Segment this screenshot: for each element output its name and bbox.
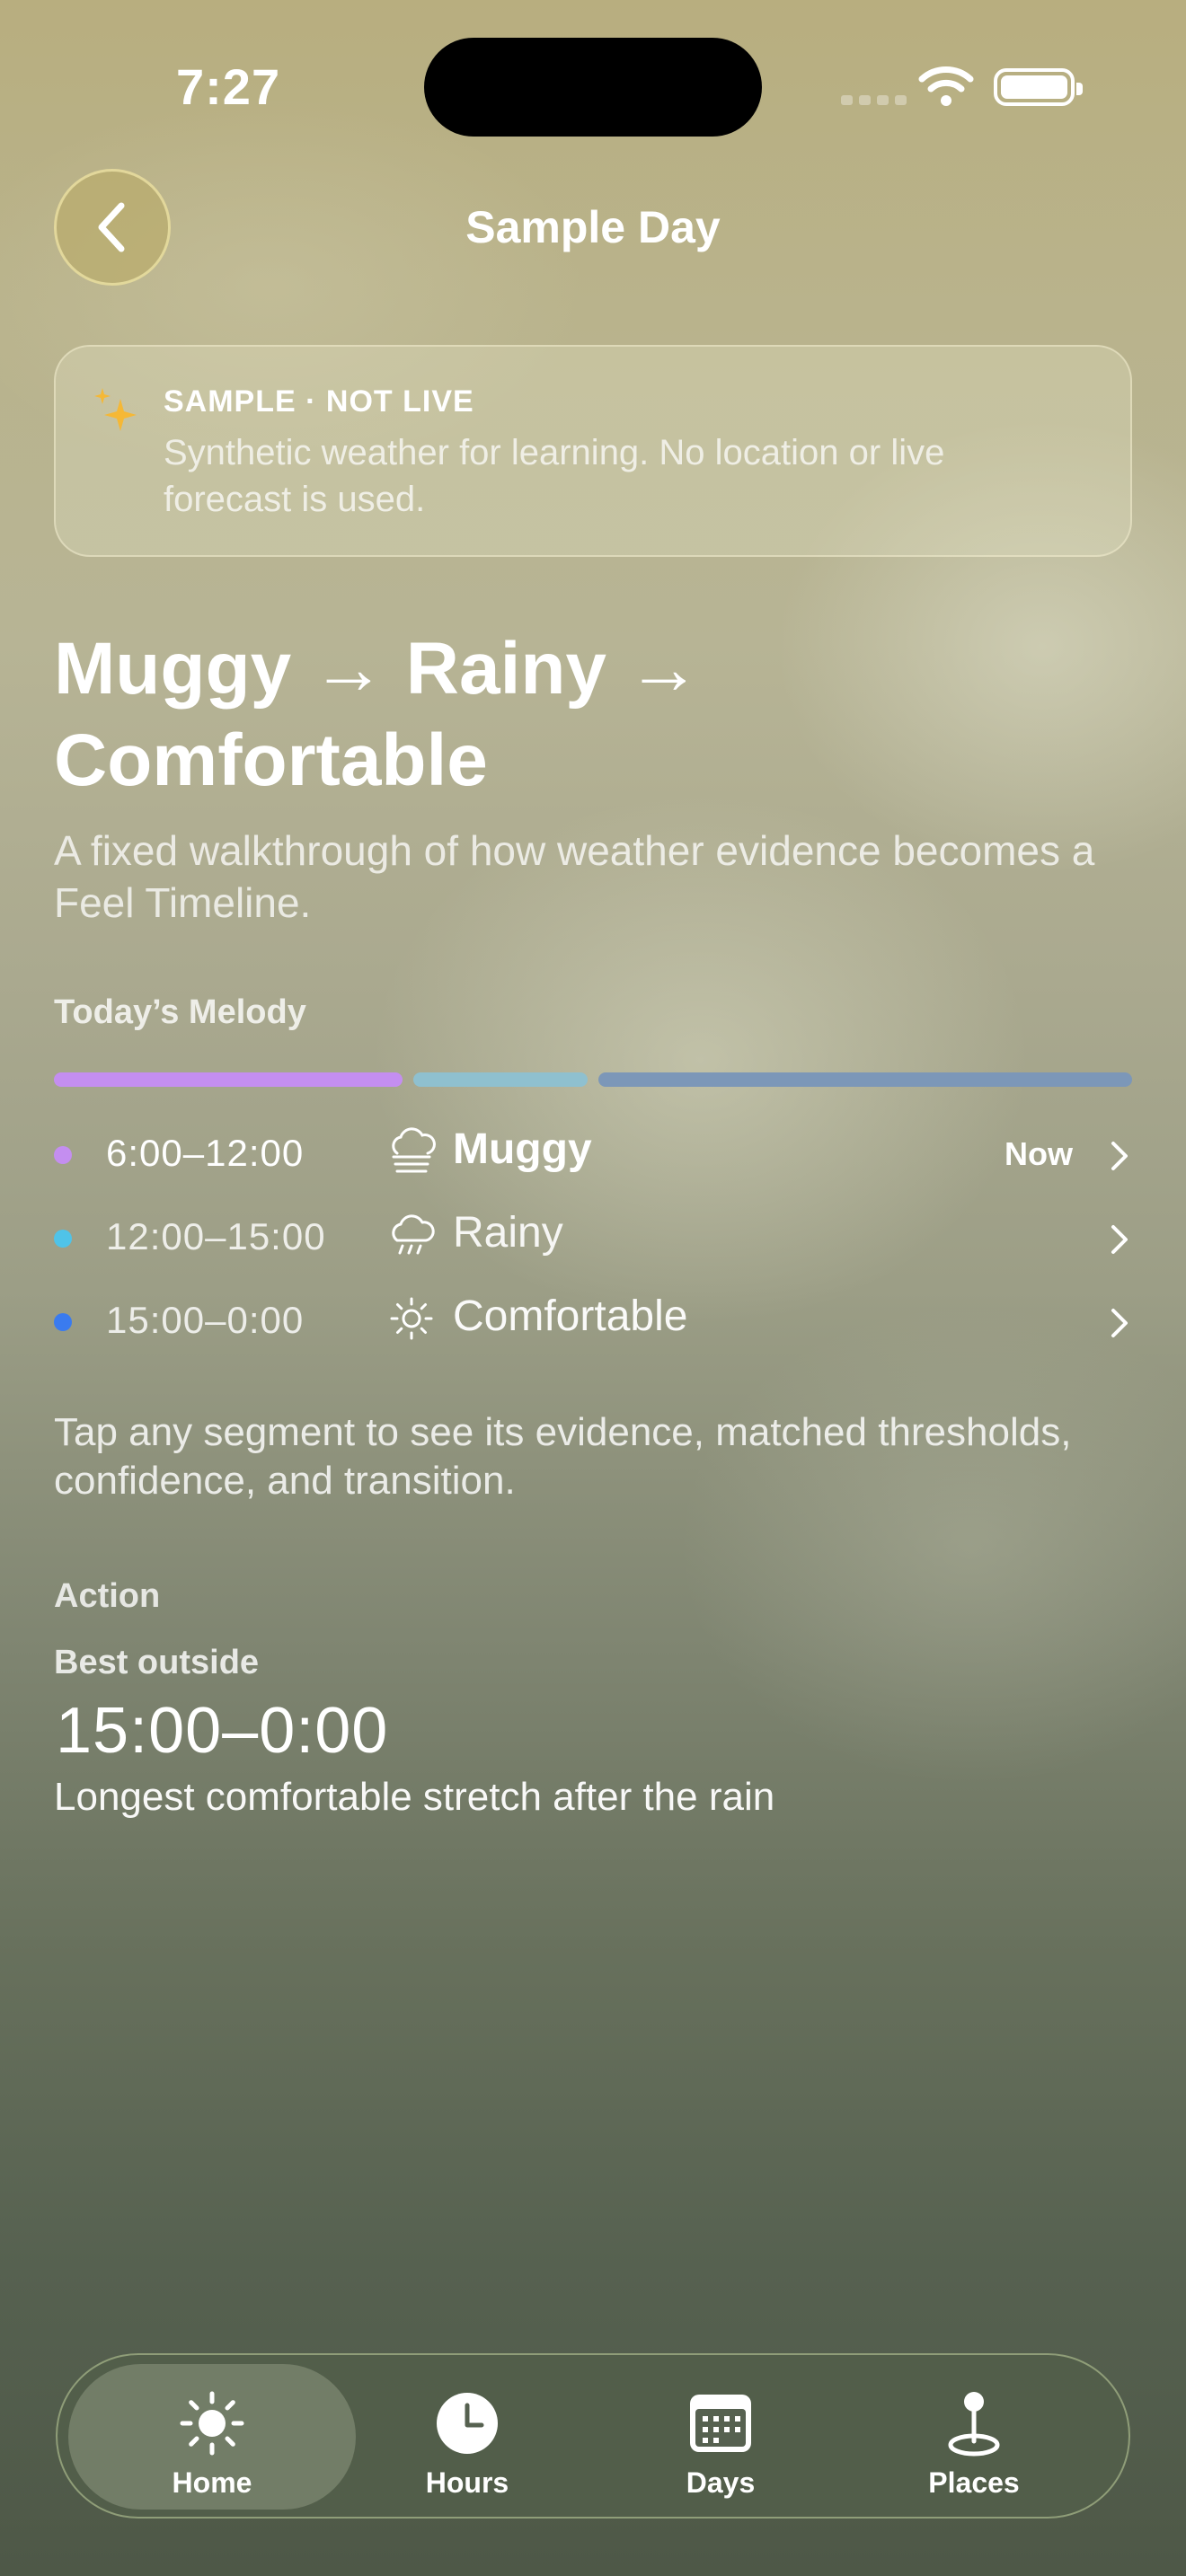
tab-label: Home [172, 2466, 252, 2499]
melody-bar-segment-muggy[interactable] [54, 1072, 403, 1087]
status-time: 7:27 [176, 58, 281, 115]
battery-icon [994, 68, 1083, 106]
map-pin-icon [948, 2392, 1000, 2457]
tab-places[interactable]: Places [830, 2364, 1118, 2510]
calendar-icon [690, 2395, 751, 2452]
cellular-signal-icon [841, 95, 907, 105]
tab-hours[interactable]: Hours [323, 2364, 611, 2510]
segment-dot [54, 1313, 72, 1331]
chevron-right-icon [1111, 1309, 1128, 1337]
best-outside-time: 15:00–0:00 [56, 1695, 389, 1767]
melody-hint: Tap any segment to see its evidence, mat… [54, 1410, 1072, 1503]
segment-time: 6:00–12:00 [106, 1132, 305, 1174]
sparkles-icon [94, 388, 137, 431]
chevron-right-icon [1111, 1142, 1128, 1170]
tab-label: Places [928, 2466, 1020, 2499]
tab-bar: Home Hours Days Places [56, 2353, 1130, 2519]
segment-dot [54, 1146, 72, 1164]
tab-home[interactable]: Home [68, 2364, 356, 2510]
melody-label: Today’s Melody [54, 993, 306, 1031]
tab-days[interactable]: Days [577, 2364, 864, 2510]
tab-label: Hours [425, 2466, 509, 2499]
segment-time: 12:00–15:00 [106, 1215, 326, 1257]
cloud-rain-icon [392, 1214, 435, 1255]
clock-icon [437, 2393, 498, 2454]
hero-title: Muggy → Rainy → Comfortable [54, 628, 701, 801]
now-badge: Now [1005, 1135, 1073, 1172]
chevron-right-icon [1111, 1225, 1128, 1254]
sample-banner-title: SAMPLE · NOT LIVE [164, 384, 474, 419]
sun-icon [180, 2391, 244, 2456]
melody-bar-segment-comfortable[interactable] [598, 1072, 1132, 1087]
dynamic-island [424, 38, 762, 137]
tab-label: Days [686, 2466, 756, 2499]
melody-bar[interactable] [54, 1072, 1132, 1087]
sample-banner-text: Synthetic weather for learning. No locat… [164, 433, 945, 519]
page-title: Sample Day [465, 202, 721, 252]
melody-row-muggy[interactable]: 6:00–12:00 Muggy Now [0, 1119, 1186, 1191]
melody-row-comfortable[interactable]: 15:00–0:00 Comfortable [0, 1286, 1186, 1358]
wifi-icon [918, 66, 974, 106]
melody-bar-segment-rainy[interactable] [413, 1072, 589, 1087]
hero-subtitle: A fixed walkthrough of how weather evide… [54, 827, 1095, 926]
action-label: Action [54, 1577, 161, 1615]
best-outside-description: Longest comfortable stretch after the ra… [54, 1775, 775, 1819]
melody-row-rainy[interactable]: 12:00–15:00 Rainy [0, 1203, 1186, 1275]
segment-feel: Comfortable [453, 1292, 688, 1340]
cloud-haze-icon [392, 1127, 436, 1173]
segment-dot [54, 1230, 72, 1248]
segment-feel: Rainy [453, 1209, 563, 1257]
best-outside-label: Best outside [54, 1644, 260, 1681]
segment-time: 15:00–0:00 [106, 1299, 305, 1341]
segment-feel: Muggy [453, 1125, 592, 1173]
sun-icon [390, 1297, 433, 1340]
